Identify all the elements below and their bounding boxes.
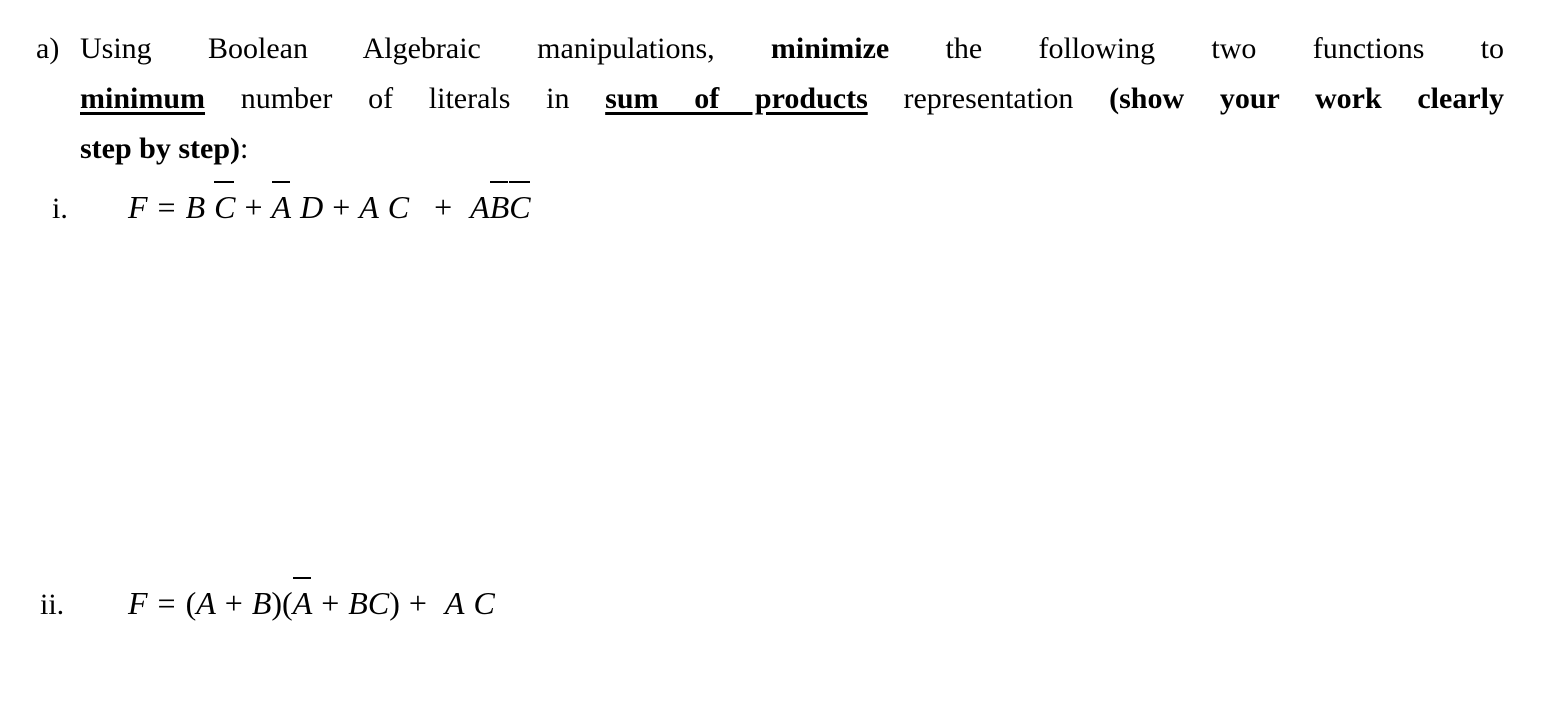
equation-ii-g1-f2: B [251,585,272,621]
equation-i-t1-f1: B [185,189,206,225]
equation-ii-equals: = [157,585,176,621]
equation-ii-op-3: + [408,585,427,621]
equation-ii-g2-f1: A [292,577,312,626]
part-a-line1-bold-minimize: minimize [770,32,890,65]
question-part-a: a) Using Boolean Algebraic manipulations… [36,24,1504,174]
part-a-line3-bold-step-by-step: step by step) [80,132,241,165]
equation-i-t2-f1: A [271,181,291,230]
part-a-line2-text-2: representation [867,82,1110,115]
sub-item-i-equation: F = B C + A D + A C + ABC [128,181,531,230]
part-a-line3-text-1: : [240,132,249,165]
sub-item-ii-marker: ii. [40,588,65,621]
sub-item-i: i. F = B C + A D + A C + ABC [52,181,531,232]
part-a-marker: a) [36,32,60,65]
document-page: a) Using Boolean Algebraic manipulations… [0,0,1554,719]
equation-i-equals: = [157,189,176,225]
sub-item-ii-equation: F = (A + B)(A + BC) + A C [128,577,495,626]
equation-ii-op-1: + [224,585,243,621]
equation-ii-op-2: + [321,585,340,621]
equation-ii-paren-open-1: ( [185,585,197,621]
equation-i-t3-f2: C [387,189,410,225]
part-a-line-1: Using Boolean Algebraic manipulations, m… [80,24,1504,74]
equation-i-op-2: + [332,189,351,225]
equation-ii-g2-f3: C [367,585,390,621]
equation-i-op-1: + [244,189,263,225]
part-a-line2-bold-show-your-work: (show your work clearly [1109,82,1504,115]
equation-ii-paren-close-2: ) [389,585,400,621]
part-a-line2-underline-sum-of-products: sum of products [605,82,868,115]
equation-i-t4-f3: C [509,181,531,230]
equation-i-t1-f2: C [214,181,235,230]
equation-i-t2-f2: D [300,189,324,225]
equation-ii-paren-open-2: ( [282,585,293,621]
equation-ii-tail-f2: C [473,585,495,621]
part-a-row: a) Using Boolean Algebraic manipulations… [36,24,1504,174]
equation-ii-paren-close-1: ) [271,585,283,621]
part-a-line-2: minimum number of literals in sum of pro… [80,74,1504,124]
equation-i-t3-f1: A [359,189,379,225]
equation-ii-g2-f2: B [348,585,368,621]
part-a-line2-text-1: number of literals in [205,82,606,115]
blank-answer-area [36,240,1504,560]
equation-ii-tail-f1: A [444,585,465,621]
equation-ii-lhs: F [128,585,148,621]
part-a-line1-text-2: the following two functions to [889,32,1504,65]
equation-i-lhs: F [128,189,148,225]
part-a-line2-underline-minimum: minimum [80,82,206,115]
part-a-line-3: step by step): [80,124,1504,174]
sub-item-ii: ii. F = (A + B)(A + BC) + A C [40,577,495,628]
equation-i-op-3: + [434,189,453,225]
equation-i-t4-f1: A [470,189,490,225]
part-a-text: Using Boolean Algebraic manipulations, m… [80,24,1504,174]
part-a-line1-text-1: Using Boolean Algebraic manipulations, [80,32,771,65]
equation-i-t4-f2: B [489,181,509,230]
equation-ii-g1-f1: A [196,585,216,621]
sub-item-i-marker: i. [52,192,68,225]
